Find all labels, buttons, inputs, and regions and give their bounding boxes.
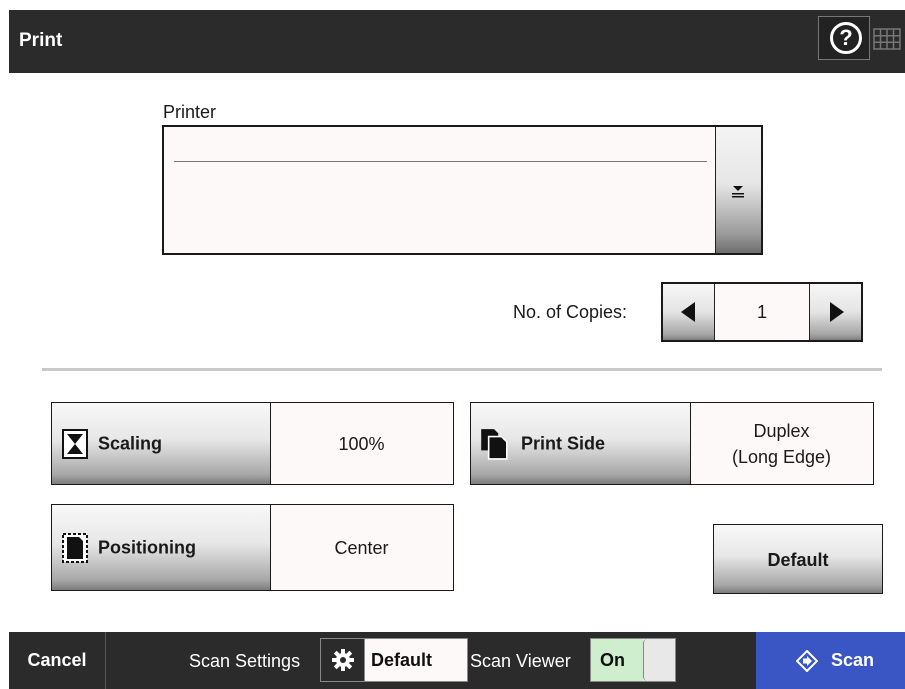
scan-label: Scan <box>831 650 875 670</box>
print-side-value: Duplex (Long Edge) <box>690 403 873 484</box>
print-side-button[interactable]: Print Side <box>471 403 691 484</box>
print-side-value-line1: Duplex <box>753 420 810 441</box>
scan-settings-label: Scan Settings <box>189 651 301 671</box>
keyboard-button[interactable] <box>871 16 905 60</box>
keyboard-icon <box>873 28 901 50</box>
positioning-page-icon <box>62 532 88 563</box>
scaling-setting: Scaling 100% <box>51 402 454 485</box>
positioning-value: Center <box>334 537 389 558</box>
help-icon: ? <box>830 22 862 54</box>
decrement-button[interactable] <box>663 284 715 340</box>
help-button[interactable]: ? <box>818 16 870 60</box>
cancel-button[interactable]: Cancel <box>9 632 106 689</box>
copies-stepper: 1 <box>661 282 863 342</box>
gear-icon <box>332 649 354 671</box>
print-side-label: Print Side <box>521 433 606 453</box>
copies-label: No. of Copies: <box>513 302 628 322</box>
title-bar: Print ? <box>9 10 905 73</box>
printer-select[interactable] <box>162 125 763 255</box>
bottom-bar: Cancel Scan Settings Default Scan Viewer… <box>9 632 905 689</box>
positioning-setting: Positioning Center <box>51 504 454 591</box>
divider <box>42 368 882 371</box>
positioning-button[interactable]: Positioning <box>52 505 271 590</box>
scaling-label: Scaling <box>98 433 163 453</box>
printer-value-line <box>174 161 707 162</box>
arrow-right-icon <box>830 302 844 322</box>
positioning-label: Positioning <box>98 537 196 557</box>
scan-viewer-label: Scan Viewer <box>470 651 571 671</box>
scan-viewer-value: On <box>591 639 643 681</box>
print-side-value-line2: (Long Edge) <box>731 446 832 467</box>
scan-settings-gear <box>321 639 365 681</box>
printer-dropdown-button[interactable] <box>715 127 761 253</box>
arrow-left-icon <box>681 302 695 322</box>
dropdown-arrow-icon <box>732 186 744 198</box>
toggle-knob <box>643 639 675 681</box>
scan-button[interactable]: Scan <box>756 632 905 689</box>
default-button[interactable]: Default <box>713 524 883 594</box>
copies-value: 1 <box>756 302 767 322</box>
scaling-button[interactable]: Scaling <box>52 403 271 484</box>
printer-label: Printer <box>163 102 217 122</box>
scan-diamond-icon <box>796 650 818 672</box>
scan-settings-button[interactable]: Default <box>320 638 468 682</box>
print-side-setting: Print Side Duplex (Long Edge) <box>470 402 874 485</box>
scaling-value: 100% <box>338 433 385 454</box>
page-title: Print <box>19 30 63 51</box>
scan-settings-value: Default <box>371 650 433 670</box>
increment-button[interactable] <box>809 284 861 340</box>
duplex-pages-icon <box>481 428 508 460</box>
scaling-page-icon <box>62 428 88 459</box>
scan-viewer-toggle[interactable]: On <box>590 638 676 682</box>
